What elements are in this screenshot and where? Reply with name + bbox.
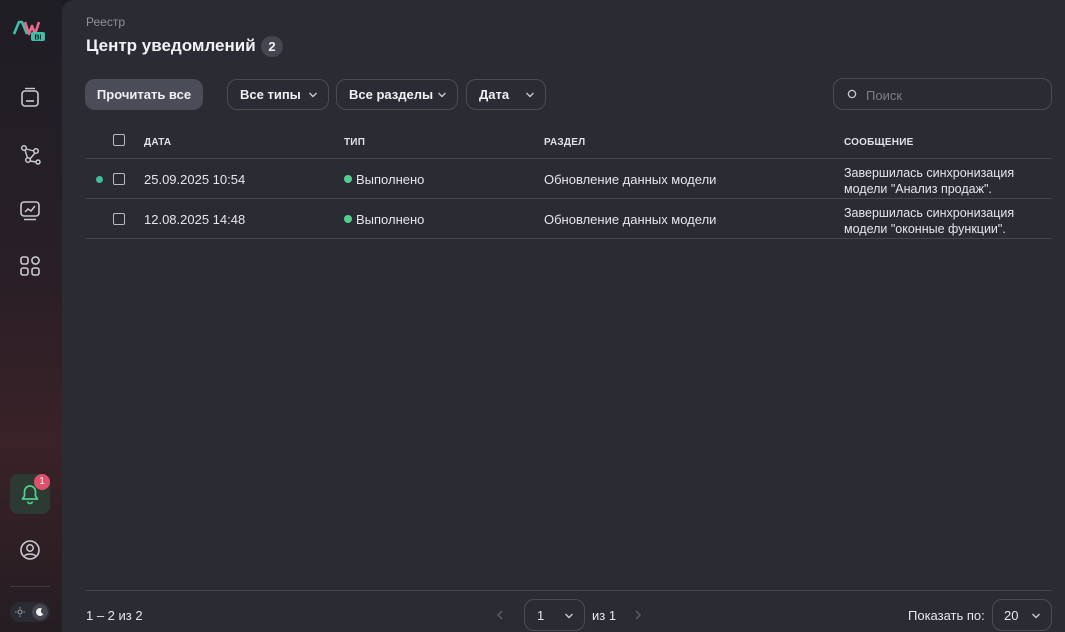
registry-icon[interactable] [18,86,42,110]
row-message: Завершилась синхронизация модели "Анализ… [844,166,1015,196]
table-row[interactable]: 25.09.2025 10:54 Выполнено Обновление да… [86,159,1052,199]
breadcrumb[interactable]: Реестр [86,15,125,29]
app-logo[interactable]: BI [12,18,47,42]
column-header-section[interactable]: РАЗДЕЛ [544,137,585,148]
page-size-select[interactable]: 20 [992,599,1052,631]
dashboard-chart-icon[interactable] [18,198,42,222]
chevron-down-icon [526,92,534,98]
type-filter-label: Все типы [240,87,301,102]
sidebar-divider [10,586,50,587]
theme-knob [32,604,48,620]
total-pages: из 1 [592,608,617,623]
apps-grid-icon[interactable] [18,254,42,278]
section-filter-dropdown[interactable]: Все разделы [336,79,458,110]
moon-icon [36,607,44,616]
logo-text: BI [35,35,42,42]
page-select[interactable]: 1 [524,599,585,631]
prev-page-icon[interactable] [494,609,506,621]
row-date: 25.09.2025 10:54 [144,172,246,187]
read-all-button[interactable]: Прочитать все [85,79,203,110]
row-checkbox[interactable] [113,213,125,225]
row-date: 12.08.2025 14:48 [144,212,246,227]
search-icon [847,89,857,99]
date-filter-label: Дата [479,87,510,102]
notifications-badge: 1 [34,474,50,490]
date-filter-dropdown[interactable]: Дата [466,79,546,110]
notifications-table: ДАТА ТИП РАЗДЕЛ СООБЩЕНИЕ 25.09.2025 10:… [86,124,1052,239]
row-type: Выполнено [356,212,425,227]
page-size-label: Показать по: [908,608,985,623]
search-box [833,78,1052,110]
sun-icon [15,607,25,617]
next-page-icon[interactable] [632,609,644,621]
column-header-type[interactable]: ТИП [344,137,365,148]
theme-toggle[interactable] [10,602,50,622]
main-panel: Реестр Центр уведомлений 2 Прочитать все… [62,0,1065,632]
column-header-date[interactable]: ДАТА [144,137,171,148]
type-filter-dropdown[interactable]: Все типы [227,79,329,110]
chevron-down-icon [565,613,573,619]
column-header-message[interactable]: СООБЩЕНИЕ [844,137,913,148]
status-success-dot [344,175,352,183]
table-row[interactable]: 12.08.2025 14:48 Выполнено Обновление да… [86,199,1052,239]
current-page: 1 [537,608,545,623]
pagination-range: 1 – 2 из 2 [86,608,143,623]
page-title: Центр уведомлений [86,36,256,55]
graph-icon[interactable] [18,142,42,166]
sidebar: BI 1 [0,0,62,632]
search-input[interactable] [866,86,1041,104]
footer-divider [86,590,1052,591]
row-type: Выполнено [356,172,425,187]
row-checkbox[interactable] [113,173,125,185]
section-filter-label: Все разделы [349,87,434,102]
row-section: Обновление данных модели [544,212,717,227]
chevron-down-icon [1032,613,1040,619]
profile-icon[interactable] [18,538,42,562]
table-header: ДАТА ТИП РАЗДЕЛ СООБЩЕНИЕ [86,124,1052,159]
notifications-count-badge: 2 [261,36,283,57]
row-section: Обновление данных модели [544,172,717,187]
unread-indicator [96,176,103,183]
status-success-dot [344,215,352,223]
select-all-checkbox[interactable] [113,134,125,146]
chevron-down-icon [309,92,317,98]
row-message: Завершилась синхронизация модели "оконны… [844,206,1015,236]
chevron-down-icon [438,92,446,98]
page-size-value: 20 [1004,608,1019,623]
